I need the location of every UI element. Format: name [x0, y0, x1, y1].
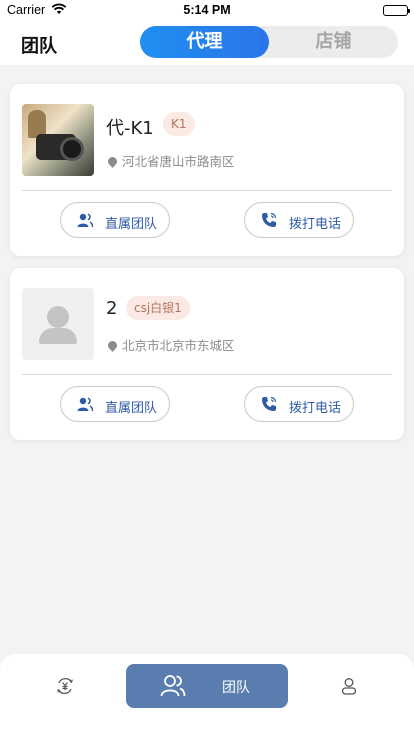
member-address: 北京市北京市东城区 — [106, 335, 235, 354]
status-bar: Carrier 5:14 PM — [0, 0, 414, 22]
member-name: 2 — [106, 298, 118, 319]
tab-agent[interactable]: 代理 — [140, 26, 269, 58]
direct-team-button[interactable]: 直属团队 — [60, 386, 170, 422]
level-badge: K1 — [163, 112, 195, 136]
location-pin-icon — [106, 155, 119, 168]
call-label: 拨打电话 — [289, 401, 342, 416]
member-card: 代-K1 K1 河北省唐山市路南区 直属团队 拨打电话 — [10, 84, 404, 256]
clock: 5:14 PM — [183, 3, 231, 17]
earnings-icon — [56, 677, 74, 695]
direct-team-label: 直属团队 — [105, 217, 158, 232]
page-title: 团队 — [21, 36, 57, 57]
divider — [22, 374, 392, 375]
profile-icon — [340, 677, 358, 695]
segmented-control: 代理 店铺 — [140, 26, 398, 58]
avatar — [22, 104, 94, 176]
tab-profile[interactable] — [324, 664, 374, 708]
divider — [22, 190, 392, 191]
address-text: 北京市北京市东城区 — [122, 338, 235, 353]
team-icon — [160, 674, 186, 698]
phone-icon — [261, 396, 277, 412]
direct-team-button[interactable]: 直属团队 — [60, 202, 170, 238]
tab-team-label: 团队 — [222, 680, 250, 696]
member-address: 河北省唐山市路南区 — [106, 151, 235, 170]
header: 团队 代理 店铺 — [0, 22, 414, 65]
team-icon — [77, 396, 94, 412]
call-label: 拨打电话 — [289, 217, 342, 232]
tab-team[interactable]: 团队 — [126, 664, 288, 708]
tab-shop[interactable]: 店铺 — [269, 26, 398, 58]
direct-team-label: 直属团队 — [105, 401, 158, 416]
phone-icon — [261, 212, 277, 228]
address-text: 河北省唐山市路南区 — [122, 154, 235, 169]
level-badge: csj白银1 — [126, 296, 190, 320]
team-icon — [77, 212, 94, 228]
call-button[interactable]: 拨打电话 — [244, 202, 354, 238]
bottom-tab-bar: 团队 — [0, 654, 414, 736]
member-name: 代-K1 — [106, 118, 154, 139]
member-card: 2 csj白银1 北京市北京市东城区 直属团队 拨打电话 — [10, 268, 404, 440]
tab-earnings[interactable] — [40, 664, 90, 708]
battery-icon — [383, 5, 410, 16]
location-pin-icon — [106, 339, 119, 352]
call-button[interactable]: 拨打电话 — [244, 386, 354, 422]
avatar — [22, 288, 94, 360]
